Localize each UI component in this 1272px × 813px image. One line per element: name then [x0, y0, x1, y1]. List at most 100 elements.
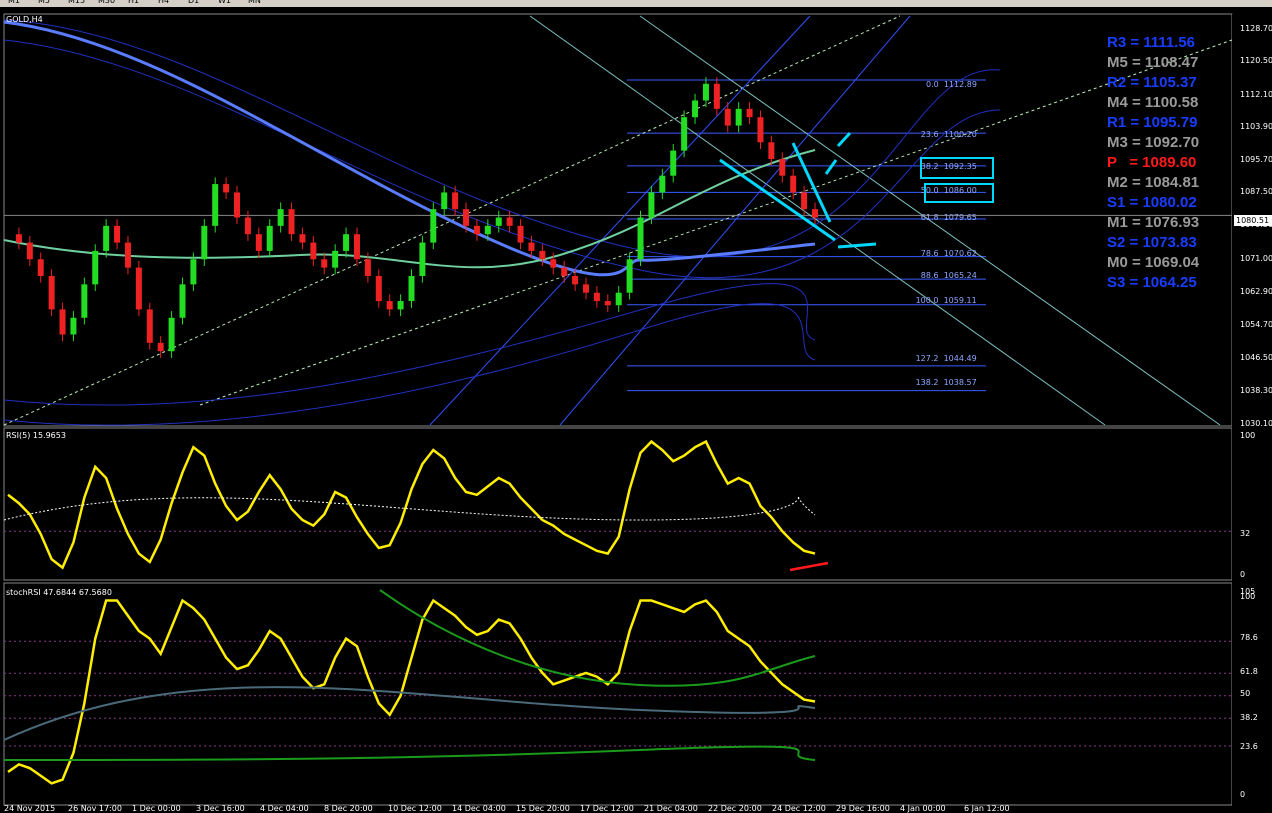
channel-line-4 [559, 15, 911, 426]
candle-body [801, 192, 808, 210]
price-tick: 1038.30 [1240, 386, 1272, 395]
candle-body [70, 317, 77, 335]
pivot-label: R3 = 1111.56 [1107, 34, 1196, 51]
candle-body [768, 142, 775, 159]
candle-body [561, 267, 568, 276]
annotation-arrow-steep [791, 142, 832, 223]
main-panel-frame [3, 13, 1233, 427]
rsi-tick-100: 100 [1240, 431, 1256, 440]
current-price-label: 1080.51 [1234, 215, 1272, 226]
candle-body [572, 275, 579, 285]
rsi-tick-32: 32 [1240, 529, 1251, 538]
fib-label: 23.6 1100.20 [921, 130, 977, 139]
price-tick: 1087.50 [1240, 187, 1272, 196]
candle-body [790, 175, 797, 193]
envelope-lower-2 [3, 303, 816, 426]
stoch-slow-ma [3, 686, 816, 741]
candle-body [266, 225, 273, 251]
stoch-tick-786: 78.6 [1240, 633, 1258, 642]
candle-body [190, 259, 197, 285]
fib-label: 78.6 1070.62 [921, 249, 977, 258]
fib-level: 138.2 [915, 378, 939, 387]
price-tick: 1054.70 [1240, 320, 1272, 329]
candle-body [114, 225, 121, 243]
candle-body [430, 209, 437, 243]
candle-body [81, 284, 88, 318]
candle-body [637, 217, 644, 260]
stochrsi-line [7, 598, 816, 785]
price-tick: 1103.90 [1240, 122, 1272, 131]
stoch-panel-title: stochRSI 47.6844 67.5680 [6, 588, 112, 597]
fib-label: 138.2 1038.57 [916, 378, 977, 387]
fib-price: 1044.49 [938, 354, 977, 363]
envelope-upper-2 [3, 39, 1001, 278]
candle-body [48, 275, 55, 310]
main-chart-title: GOLD,H4 [6, 15, 43, 24]
chart-canvas [3, 13, 1233, 806]
fib-price: 1112.89 [938, 80, 977, 89]
stoch-panel-frame [3, 582, 1233, 806]
candle-body [244, 217, 251, 235]
fib-label: 88.6 1065.24 [921, 271, 977, 280]
candle-body [735, 108, 742, 126]
fib-price: 1100.20 [938, 130, 977, 139]
fib-level: 0.0 [926, 80, 939, 89]
stoch-long-ma [3, 745, 816, 761]
candle-body [604, 301, 611, 306]
fib-500-highlight [924, 183, 994, 203]
candle-body [702, 83, 709, 101]
fib-label: 127.2 1044.49 [916, 354, 977, 363]
pivot-label: R2 = 1105.37 [1107, 74, 1197, 91]
candle-body [713, 83, 720, 109]
candle-body [812, 209, 818, 218]
candle-body [124, 242, 131, 268]
fib-level: 23.6 [920, 130, 939, 139]
fib-price: 1065.24 [938, 271, 977, 280]
moving-average-200 [3, 20, 816, 277]
fib-price: 1079.65 [938, 213, 977, 222]
candle-body [223, 184, 230, 193]
stoch-tick-236: 23.6 [1240, 742, 1258, 751]
candle-body [692, 100, 699, 118]
candle-body [506, 217, 513, 226]
candle-body [255, 234, 262, 251]
pivot-label: M1 = 1076.93 [1107, 214, 1200, 231]
candle-body [321, 259, 328, 268]
candle-body [59, 309, 66, 335]
price-tick: 1030.10 [1240, 419, 1272, 428]
candle-body [353, 234, 360, 260]
stoch-tick-618: 61.8 [1240, 667, 1258, 676]
channel-line-1 [529, 15, 1106, 426]
pivot-label: M4 = 1100.58 [1107, 94, 1199, 111]
candle-body [332, 250, 339, 268]
candle-body [364, 259, 371, 276]
candle-body [157, 342, 164, 352]
candle-body [146, 309, 153, 343]
candle-body [386, 301, 393, 310]
stoch-tick-100: 100 [1240, 592, 1256, 601]
candle-body [343, 234, 350, 251]
candle-body [168, 317, 175, 352]
stoch-tick-50: 50 [1240, 689, 1251, 698]
rsi-tick-0: 0 [1240, 570, 1246, 579]
pivot-label: S2 = 1073.83 [1107, 234, 1197, 251]
fib-price: 1070.62 [938, 249, 977, 258]
rsi-panel-title: RSI(5) 15.9653 [6, 431, 66, 440]
envelope-upper-1 [3, 19, 1001, 258]
pivot-label: M3 = 1092.70 [1107, 134, 1200, 151]
candle-body [397, 301, 404, 310]
candle-body [615, 292, 622, 306]
candle-body [441, 192, 448, 210]
pivot-label: M0 = 1069.04 [1107, 254, 1200, 271]
candle-body [582, 284, 589, 293]
pivot-label: S1 = 1080.02 [1107, 194, 1197, 211]
candle-body [135, 267, 142, 310]
candle-body [463, 209, 470, 226]
candle-body [288, 209, 295, 235]
price-tick: 1071.00 [1240, 254, 1272, 263]
candle-body [528, 242, 535, 251]
candle-body [681, 117, 688, 151]
fib-price: 1038.57 [938, 378, 977, 387]
candle-body [659, 175, 666, 193]
rsi-panel-frame [3, 427, 1233, 581]
